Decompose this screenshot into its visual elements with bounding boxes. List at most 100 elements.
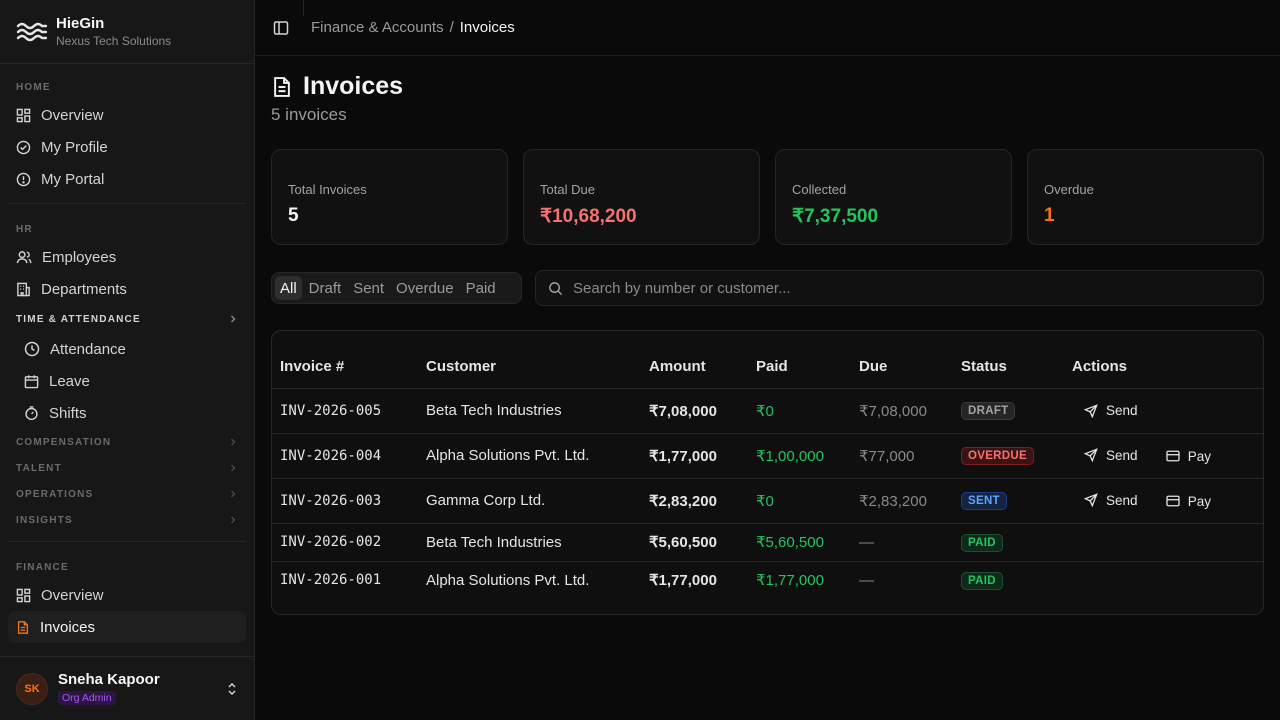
main-content: Finance & Accounts / Invoices Invoices 5… — [255, 0, 1280, 720]
group-label: INSIGHTS — [16, 514, 73, 526]
column-header-customer[interactable]: Customer — [418, 331, 641, 389]
breadcrumb-parent[interactable]: Finance & Accounts — [311, 19, 444, 36]
actions-cell: Send — [1064, 388, 1263, 434]
chevron-right-icon — [231, 490, 236, 498]
section-label-finance: FINANCE — [16, 562, 69, 573]
column-header-invoice[interactable]: Invoice # — [272, 331, 418, 389]
due-amount: — — [859, 571, 874, 589]
building-icon — [17, 282, 30, 296]
sidebar-item-my-portal[interactable]: My Portal — [0, 163, 254, 195]
invoices-table: Invoice # Customer Amount Paid Due Statu… — [271, 330, 1264, 615]
chevrons-up-down-icon — [228, 682, 236, 695]
amount: ₹1,77,000 — [649, 572, 717, 590]
status-cell: OVERDUE — [953, 433, 1064, 479]
column-header-amount[interactable]: Amount — [641, 331, 748, 389]
user-menu[interactable]: SK Sneha Kapoor Org Admin — [0, 656, 254, 720]
send-label: Send — [1106, 403, 1138, 418]
sidebar-toggle-icon — [273, 20, 289, 35]
status-cell: PAID — [953, 523, 1064, 562]
status-badge: OVERDUE — [961, 447, 1034, 465]
due-amount: — — [851, 523, 953, 562]
sidebar-item-departments[interactable]: Departments — [0, 273, 254, 305]
send-button[interactable]: Send — [1072, 489, 1150, 512]
sidebar-item-finance-overview[interactable]: Overview — [0, 579, 254, 611]
breadcrumb-current: Invoices — [459, 19, 515, 36]
column-header-status[interactable]: Status — [953, 331, 1064, 389]
actions-cell — [1064, 561, 1263, 599]
group-compensation[interactable]: COMPENSATION — [0, 429, 254, 455]
column-header-due[interactable]: Due — [851, 331, 953, 389]
sidebar-item-overview[interactable]: Overview — [0, 99, 254, 131]
sidebar-item-my-profile[interactable]: My Profile — [0, 131, 254, 163]
send-icon — [1084, 403, 1098, 418]
group-label: TALENT — [16, 462, 62, 474]
filter-tab-overdue[interactable]: Overdue — [391, 276, 459, 300]
divider — [8, 541, 246, 542]
table-row[interactable]: INV-2026-002 Beta Tech Industries ₹5,60,… — [272, 523, 1263, 562]
filter-tab-paid[interactable]: Paid — [461, 276, 501, 300]
amount: ₹2,83,200 — [641, 478, 748, 524]
filter-tab-all[interactable]: All — [275, 276, 302, 300]
table-row[interactable]: INV-2026-005 Beta Tech Industries ₹7,08,… — [272, 388, 1263, 434]
pay-button[interactable]: Pay — [1154, 445, 1223, 468]
paid-amount: ₹1,00,000 — [748, 433, 851, 479]
search-icon — [549, 281, 563, 295]
sidebar-item-shifts[interactable]: Shifts — [0, 397, 254, 429]
sidebar-item-label: Employees — [42, 248, 117, 266]
user-name: Sneha Kapoor — [58, 671, 160, 688]
sidebar-item-leave[interactable]: Leave — [0, 365, 254, 397]
search-input[interactable] — [573, 279, 1251, 297]
group-talent[interactable]: TALENT — [0, 455, 254, 481]
group-insights[interactable]: INSIGHTS — [0, 507, 254, 533]
role-badge: Org Admin — [58, 691, 116, 705]
timer-icon — [25, 406, 38, 421]
brand-header[interactable]: HieGin Nexus Tech Solutions — [0, 0, 254, 64]
pay-label: Pay — [1187, 448, 1211, 464]
send-button[interactable]: Send — [1072, 444, 1150, 467]
customer-name: Beta Tech Industries — [418, 523, 641, 562]
amount: ₹5,60,500 — [641, 523, 748, 562]
table-row[interactable]: INV-2026-004 Alpha Solutions Pvt. Ltd. ₹… — [272, 433, 1263, 479]
chevron-right-icon — [231, 438, 236, 446]
filter-tab-draft[interactable]: Draft — [304, 276, 347, 300]
toggle-sidebar-button[interactable] — [271, 18, 291, 38]
page-subtitle: 5 invoices — [271, 105, 347, 124]
file-text-icon — [274, 76, 290, 97]
sidebar-item-employees[interactable]: Employees — [0, 241, 254, 273]
breadcrumb-separator: / — [449, 19, 454, 36]
table-row[interactable]: INV-2026-003 Gamma Corp Ltd. ₹2,83,200 ₹… — [272, 478, 1263, 524]
group-operations[interactable]: OPERATIONS — [0, 481, 254, 507]
breadcrumb: Finance & Accounts / Invoices — [311, 19, 515, 36]
status-cell: PAID — [953, 561, 1064, 599]
sidebar-item-attendance[interactable]: Attendance — [0, 333, 254, 365]
brand-name: HieGin — [56, 15, 105, 32]
paid-amount: ₹0 — [748, 388, 851, 434]
actions-cell — [1064, 523, 1263, 562]
column-header-actions: Actions — [1064, 331, 1263, 389]
stat-value: ₹10,68,200 — [540, 206, 637, 227]
group-time-attendance[interactable]: TIME & ATTENDANCE — [0, 305, 254, 333]
status-badge: DRAFT — [961, 402, 1016, 420]
avatar: SK — [16, 672, 48, 705]
send-button[interactable]: Send — [1072, 399, 1150, 422]
filter-tab-sent[interactable]: Sent — [348, 276, 389, 300]
sidebar-item-label: Overview — [41, 106, 104, 124]
grid-icon — [16, 108, 31, 122]
stat-value: 1 — [1044, 205, 1055, 226]
invoice-number: INV-2026-005 — [272, 388, 418, 434]
status-filter-tabs: All Draft Sent Overdue Paid — [271, 272, 522, 304]
stat-label: Total Invoices — [288, 182, 367, 197]
stat-label: Overdue — [1044, 182, 1094, 197]
paid-amount: ₹5,60,500 — [748, 523, 851, 562]
stat-card-overdue: Overdue 1 — [1027, 149, 1264, 245]
table-row[interactable]: INV-2026-001 Alpha Solutions Pvt. Ltd. ₹… — [272, 561, 1263, 599]
group-label: COMPENSATION — [16, 436, 112, 448]
column-header-paid[interactable]: Paid — [748, 331, 851, 389]
stat-value: 5 — [288, 205, 299, 226]
sidebar-item-label: My Portal — [41, 170, 105, 188]
section-label-home: HOME — [16, 82, 51, 93]
sidebar-nav: HOME Overview My Profile My Portal HR Em… — [0, 64, 254, 656]
amount: ₹1,77,000 — [641, 433, 748, 479]
pay-button[interactable]: Pay — [1154, 490, 1223, 513]
sidebar-item-invoices[interactable]: Invoices — [8, 611, 246, 643]
